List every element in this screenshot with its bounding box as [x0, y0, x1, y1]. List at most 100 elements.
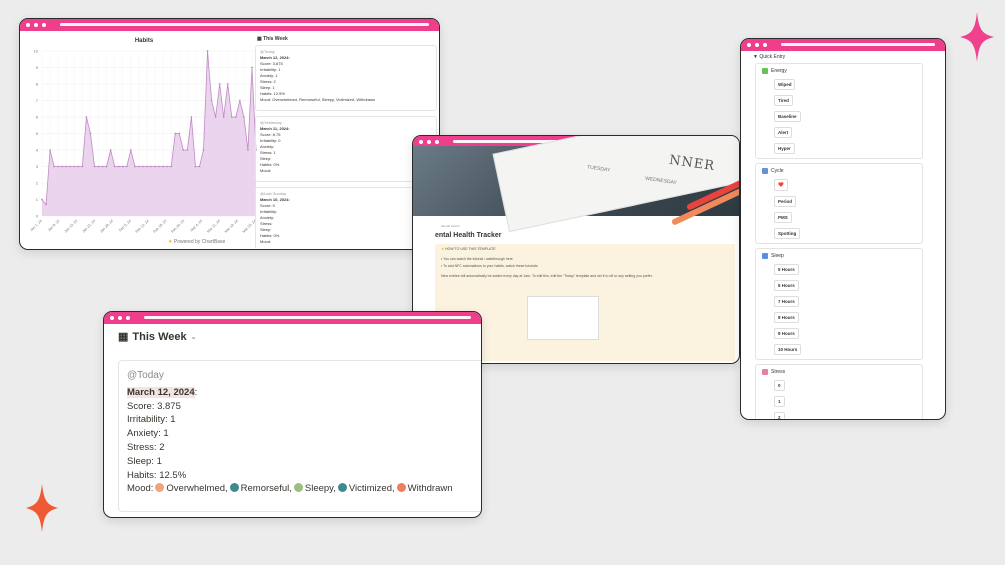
data-point — [178, 132, 181, 135]
y-tick-label: 10 — [34, 49, 39, 54]
quick-entry-button[interactable]: Tired — [774, 95, 793, 106]
sleep-line: Sleep: 1 — [127, 455, 162, 467]
entry-date: March 12, 2024 — [127, 386, 195, 398]
quick-entry-button[interactable]: 2 — [774, 412, 785, 419]
y-tick-label: 3 — [36, 164, 39, 169]
data-point — [142, 165, 144, 168]
data-point — [41, 198, 43, 201]
cover-image: NNER TUESDAY WEDNESDAY — [413, 136, 739, 233]
data-point — [190, 116, 193, 118]
x-tick-label: Jan 22, 24 — [82, 219, 97, 234]
breadcrumb[interactable]: Mental Health — [441, 224, 460, 228]
data-point — [117, 165, 120, 168]
battery-icon — [762, 68, 768, 74]
quick-entry-button[interactable]: Alert — [774, 127, 793, 138]
quick-entry-button[interactable]: 5 Hours — [774, 264, 799, 275]
x-tick-label: Jan 8, 24 — [47, 219, 60, 232]
page-title: ental Health Tracker — [435, 232, 502, 239]
irritability-line: Irritability: 1 — [127, 414, 176, 426]
data-point — [247, 149, 249, 151]
data-point — [109, 149, 112, 151]
mood-tag[interactable]: Overwhelmed, — [166, 483, 227, 494]
mood-tag[interactable]: Withdrawn — [408, 483, 453, 494]
entry-card[interactable]: @Last Sunday March 10, 2024: Score: 0 Irrit… — [255, 187, 437, 248]
quick-entry-button[interactable]: Wiped — [774, 79, 796, 90]
data-point — [133, 165, 136, 168]
quick-entry-toggle[interactable]: ▼ Quick Entry — [753, 54, 937, 60]
data-point — [194, 165, 197, 168]
x-tick-label: Mar 4, 24 — [190, 219, 204, 233]
quick-entry-button[interactable]: 10 Hours — [774, 344, 802, 355]
quick-entry-button[interactable]: Period — [774, 196, 797, 207]
group-title: Energy — [771, 68, 787, 74]
data-point — [202, 149, 205, 151]
entry-card[interactable]: @Yesterday March 11, 2024: Score: 8.75 Irri… — [255, 116, 437, 182]
quick-entry-button[interactable]: 0 — [774, 380, 785, 391]
tutorial-link[interactable]: You can watch the tutorial / walkthrough… — [443, 257, 513, 261]
data-point — [97, 165, 100, 168]
data-point — [77, 165, 80, 168]
x-tick-label: Jan 1, 24 — [29, 219, 42, 232]
mood-tag[interactable]: Sleepy, — [305, 483, 336, 494]
quick-entry-button[interactable]: ❤️ — [774, 179, 788, 191]
quick-entry-button[interactable]: 8 Hours — [774, 312, 799, 323]
quick-entry-button[interactable]: Spotting — [774, 228, 801, 239]
quick-entry-button[interactable]: 1 — [774, 396, 785, 407]
mood-tag[interactable]: Remorseful, — [241, 483, 292, 494]
entry-card[interactable]: @Today March 12, 2024: Score: 3.875 Irritab… — [255, 45, 437, 111]
quick-entry-button[interactable]: Hyper — [774, 143, 795, 154]
title-bar — [104, 312, 481, 324]
chevron-down-icon[interactable]: ⌄ — [191, 333, 197, 341]
group-cycle: Cycle ❤️ Period PMS Spotting — [755, 163, 923, 244]
chart-title: Habits — [134, 38, 154, 44]
today-card[interactable]: @Today March 12, 2024: Score: 3.875 Irri… — [118, 360, 481, 512]
gallery-icon: ▦ — [118, 331, 129, 343]
mood-icon — [229, 483, 239, 493]
y-tick-label: 1 — [36, 197, 39, 202]
this-week-pane: ▦ This Week @Today March 12, 2024: Score: … — [255, 33, 437, 248]
data-point — [146, 165, 148, 168]
x-tick-label: Feb 19, 24 — [153, 219, 168, 234]
zzz-icon — [762, 253, 768, 259]
x-tick-label: Feb 5, 24 — [118, 219, 132, 233]
quick-entry-button[interactable]: 6 Hours — [774, 280, 799, 291]
data-point — [251, 66, 253, 69]
data-point — [93, 165, 96, 168]
habits-chart: Habits 0 1 2 3 4 5 6 7 8 9 10 Jan 1, 24 Jan 8, 24 Jan… — [24, 33, 264, 248]
group-title: Cycle — [771, 168, 784, 174]
data-point — [105, 165, 108, 168]
sparkle-pink-icon — [960, 12, 994, 62]
data-point — [210, 99, 213, 102]
y-tick-label: 0 — [36, 214, 39, 219]
quick-entry-button[interactable]: Baseline — [774, 111, 801, 122]
x-tick-label: Feb 12, 24 — [135, 219, 150, 234]
quick-entry-button[interactable]: 9 Hours — [774, 328, 799, 339]
data-point — [206, 50, 209, 52]
nfc-link[interactable]: To add NFC automations to your habits, w… — [443, 264, 538, 268]
date-mention[interactable]: @Today — [127, 369, 479, 383]
data-point — [61, 165, 64, 168]
habits-line: Habits: 12.5% — [127, 469, 187, 481]
quick-entry-button[interactable]: 7 Hours — [774, 296, 799, 307]
this-week-header[interactable]: ▦ This Week ⌄ — [118, 330, 197, 344]
data-point — [125, 165, 128, 168]
group-stress: Stress 0 1 2 — [755, 364, 923, 419]
tutorial-screenshot — [527, 296, 599, 340]
powered-by-label[interactable]: ★ Powered by ChartBase — [168, 239, 225, 245]
data-point — [101, 165, 104, 168]
data-point — [226, 83, 229, 85]
data-point — [65, 165, 68, 168]
group-energy: Energy Wiped Tired Baseline Alert Hyper — [755, 63, 923, 159]
data-point — [166, 165, 169, 168]
habits-chart-window: Habits 0 1 2 3 4 5 6 7 8 9 10 Jan 1, 24 Jan 8, 24 Jan… — [19, 18, 440, 250]
x-tick-label: Jan 29, 24 — [99, 219, 114, 234]
y-tick-label: 4 — [36, 148, 39, 153]
mood-tag[interactable]: Victimized, — [349, 483, 395, 494]
callout-note: New entries will automatically be added … — [441, 274, 653, 278]
callout-title: HOW TO USE THIS TEMPLATE — [445, 247, 496, 251]
group-title: Sleep — [771, 253, 784, 259]
quick-entry-button[interactable]: PMS — [774, 212, 792, 223]
y-tick-label: 2 — [36, 181, 39, 186]
data-point — [45, 203, 47, 206]
mood-icon — [396, 483, 406, 493]
